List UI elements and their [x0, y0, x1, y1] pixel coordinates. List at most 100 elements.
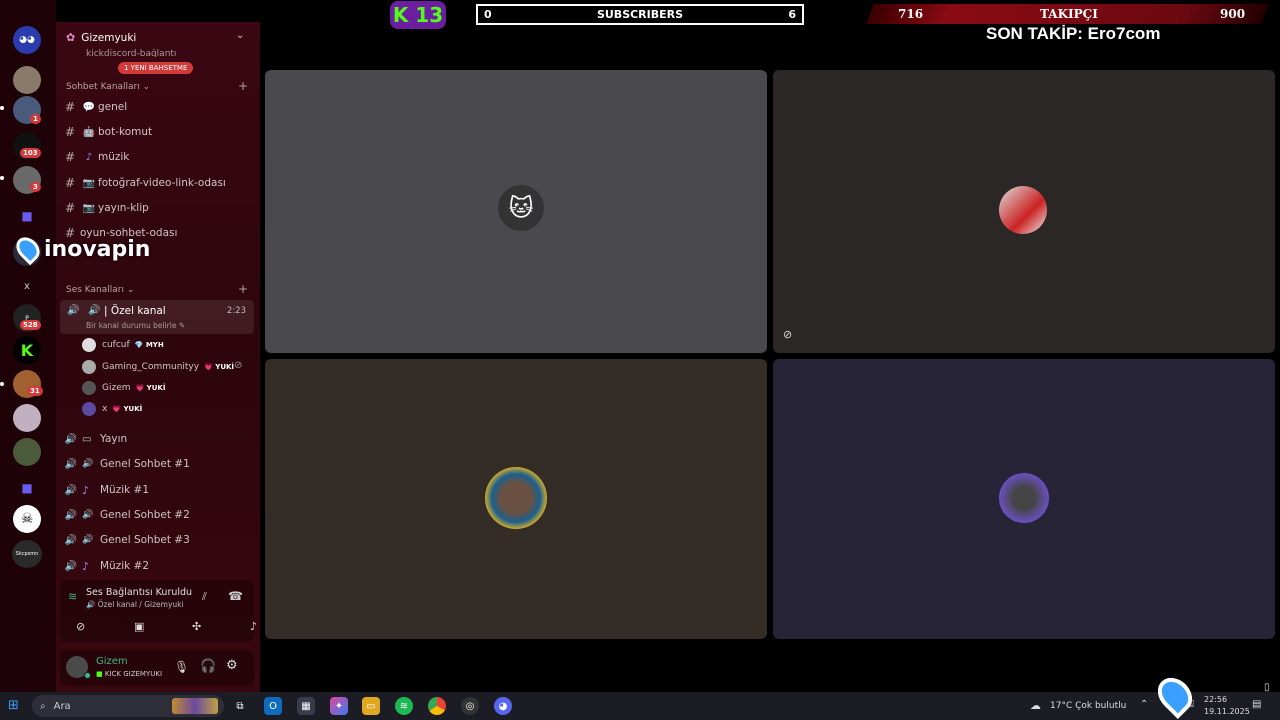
logo-text: inovapin: [44, 236, 151, 262]
channel-muzik[interactable]: # ♪ müzik: [60, 146, 252, 168]
channel-status-hint[interactable]: Bir kanal durumu belirle ✎: [86, 321, 185, 330]
discord-home-icon[interactable]: ◕◕: [13, 26, 41, 54]
server-icon-8[interactable]: [13, 404, 41, 432]
mention-badge: 3: [30, 182, 41, 192]
kick-server-icon[interactable]: K: [13, 336, 41, 364]
category-voice-channels[interactable]: Ses Kanalları ⌄: [66, 285, 134, 295]
search-box[interactable]: ⌕ Ara: [32, 695, 224, 717]
discord-taskbar-icon[interactable]: ◕: [494, 697, 512, 715]
headphones-icon[interactable]: 🎧: [200, 659, 216, 674]
windows-start-icon[interactable]: ⊞: [8, 698, 19, 713]
server-header[interactable]: ✿ Gizemyuki: [66, 31, 136, 44]
avatar: 🐱: [498, 185, 544, 231]
user-name[interactable]: Gizem: [96, 656, 128, 667]
unread-dot: [0, 176, 4, 180]
subscribers-goal-bar: 0 SUBSCRIBERS 6: [476, 4, 804, 25]
participant-tile[interactable]: [773, 359, 1275, 639]
subs-goal: 6: [788, 8, 796, 21]
spotify-icon[interactable]: ≋: [395, 697, 413, 715]
voice-user[interactable]: Gizem 💗 YUKİ: [82, 379, 165, 397]
voice-user-name: x: [102, 404, 108, 414]
noise-suppression-icon[interactable]: ⫽: [202, 590, 207, 604]
voice-channel-label: Genel Sohbet #1: [100, 458, 190, 470]
gear-icon[interactable]: ⚙: [226, 658, 238, 673]
voice-user-name: cufcuf: [102, 340, 130, 350]
voice-connection-panel: ≋ Ses Bağlantısı Kuruldu 🔊 Özel kanal / …: [60, 580, 257, 642]
muted-icon: ⊘: [783, 328, 793, 341]
speaker-icon: 🔊: [82, 459, 94, 469]
truncated-channel[interactable]: kickdiscord-bağlantı: [86, 49, 176, 57]
avatar: [999, 473, 1049, 523]
server-icon-skcpsmn[interactable]: Skcpsmn: [12, 540, 42, 568]
server-rail: ◕◕ 1 103 3 ■ x P 528 K 31 ■ ☠ Skcpsmn: [0, 0, 56, 692]
clock-time[interactable]: 22:56: [1204, 695, 1227, 704]
voice-channel-yayin[interactable]: 🔊 ▭ Yayın: [60, 428, 252, 450]
mention-badge: 103: [20, 148, 41, 158]
weather-text[interactable]: 17°C Çok bulutlu: [1050, 701, 1126, 711]
followers-current: 716: [898, 7, 924, 21]
channel-genel[interactable]: # 💬 genel: [60, 96, 252, 118]
disconnect-icon[interactable]: ☎: [228, 589, 243, 603]
notifications-icon[interactable]: ▤: [1252, 699, 1261, 710]
copilot-icon[interactable]: ✦: [330, 697, 348, 715]
hash-icon: #: [64, 176, 76, 190]
obs-icon[interactable]: ◎: [461, 697, 479, 715]
voice-channel-label: Müzik #2: [100, 560, 150, 572]
deafened-icon: ⊘: [234, 360, 243, 371]
microphone-icon[interactable]: 🎙: [174, 660, 189, 674]
chevron-down-icon[interactable]: ⌄: [236, 30, 244, 41]
active-voice-channel[interactable]: 🔊 🔊 | Özel kanal 2:23 Bir kanal durumu b…: [60, 300, 254, 334]
outlook-icon[interactable]: O: [264, 697, 282, 715]
screen-share-icon[interactable]: ▣: [134, 620, 144, 633]
add-channel-icon[interactable]: +: [238, 282, 248, 296]
mention-badge: 31: [27, 386, 43, 396]
speaker-icon: 🔊: [82, 510, 94, 520]
category-text-channels[interactable]: Sohbet Kanalları ⌄: [66, 82, 150, 92]
voice-connected-title[interactable]: Ses Bağlantısı Kuruldu: [86, 587, 192, 598]
voice-user[interactable]: x 💗 YUKİ: [82, 400, 142, 418]
folder-icon[interactable]: ■: [13, 474, 41, 502]
mouse-icon: ▯: [1264, 682, 1270, 693]
participant-tile[interactable]: [265, 359, 767, 639]
mention-badge: 1: [30, 114, 41, 124]
file-explorer-icon[interactable]: ▭: [362, 697, 380, 715]
speaker-icon: 🔊: [64, 534, 78, 546]
clock-date[interactable]: 19.11.2025: [1204, 707, 1250, 716]
mention-badge: 528: [20, 320, 41, 330]
soundboard-icon[interactable]: ♪: [250, 620, 257, 633]
camera-off-icon[interactable]: ⊘: [76, 620, 85, 633]
folder-icon[interactable]: ■: [13, 202, 41, 230]
task-view-icon[interactable]: ⧉: [231, 697, 249, 715]
voice-user[interactable]: cufcuf 💎 MYH: [82, 336, 164, 354]
voice-user[interactable]: Gaming_Communityy 💗 YUKİ: [82, 358, 234, 376]
avatar: [82, 338, 96, 352]
participant-tile[interactable]: ⊘: [773, 70, 1275, 353]
server-icon-x[interactable]: x: [13, 272, 41, 300]
voice-channel-muzik-1[interactable]: 🔊 ♪ Müzik #1: [60, 479, 252, 501]
chrome-icon[interactable]: [428, 697, 446, 715]
server-icon-1[interactable]: [13, 66, 41, 94]
inovapin-logo: inovapin: [11, 232, 151, 266]
channel-bot-komut[interactable]: # 🤖 bot-komut: [60, 121, 252, 143]
chevron-up-icon[interactable]: ⌃: [1140, 699, 1148, 710]
followers-label: TAKIPÇI: [1040, 7, 1098, 21]
camera-icon: 📷: [82, 202, 96, 214]
channel-fotograf[interactable]: # 📷 fotoğraf-video-link-odası: [60, 172, 252, 194]
participant-tile[interactable]: 🐱: [265, 70, 767, 353]
network-icon[interactable]: ⌸: [1188, 699, 1194, 710]
voice-channel-muzik-2[interactable]: 🔊 ♪ Müzik #2: [60, 555, 252, 577]
add-channel-icon[interactable]: +: [238, 79, 248, 93]
voice-channel-genel-1[interactable]: 🔊 🔊 Genel Sohbet #1: [60, 453, 252, 475]
search-highlight-image: [172, 698, 218, 714]
voice-channel-genel-2[interactable]: 🔊 🔊 Genel Sohbet #2: [60, 504, 252, 526]
online-status-icon: [84, 672, 91, 679]
new-mention-pill[interactable]: 1 YENİ BAHSETME: [118, 62, 194, 74]
voice-channel-genel-3[interactable]: 🔊 🔊 Genel Sohbet #3: [60, 529, 252, 551]
channel-yayin-klip[interactable]: # 📷 yayın-klip: [60, 197, 252, 219]
activities-icon[interactable]: ✣: [192, 620, 201, 633]
server-icon-9[interactable]: [13, 438, 41, 466]
speaker-icon: 🔊: [64, 433, 78, 445]
store-icon[interactable]: ▦: [297, 697, 315, 715]
search-placeholder: Ara: [53, 700, 71, 712]
skull-server-icon[interactable]: ☠: [13, 505, 41, 533]
